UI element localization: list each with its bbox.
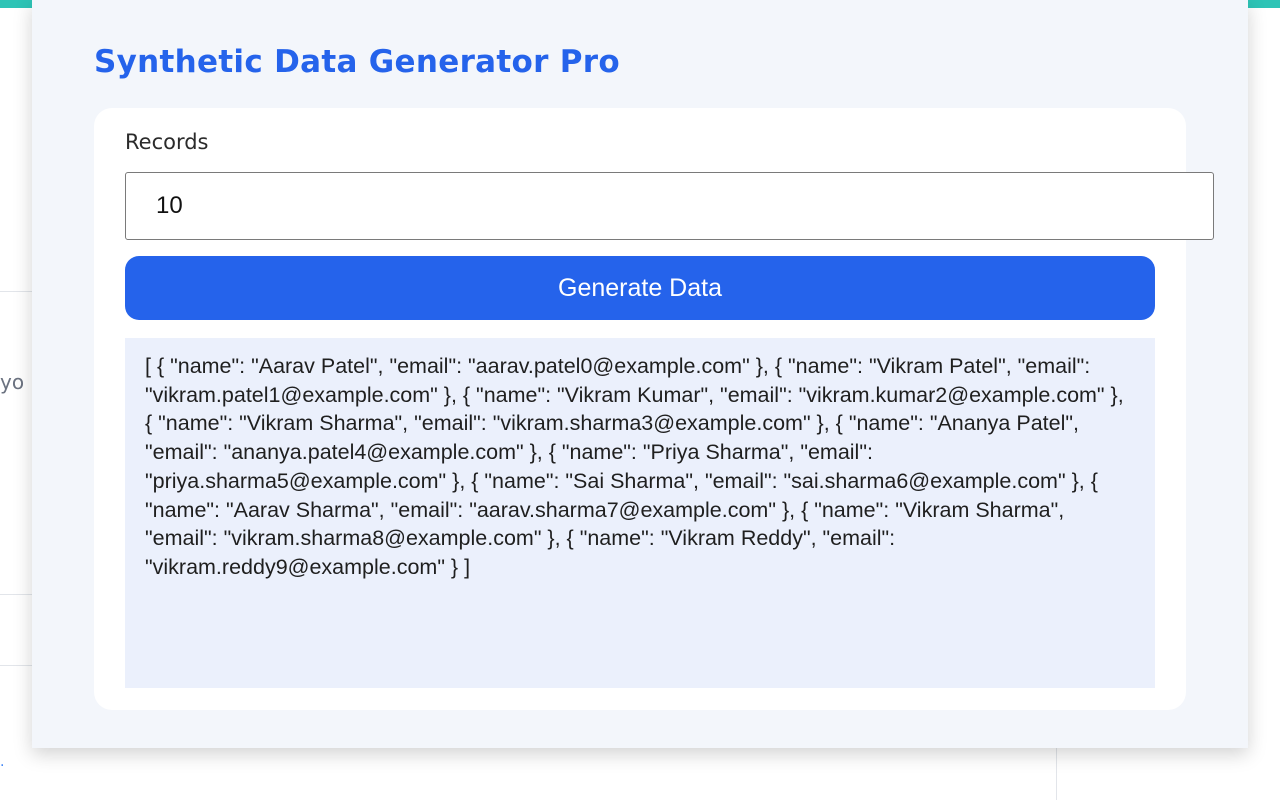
- generated-data-output: [ { "name": "Aarav Patel", "email": "aar…: [125, 338, 1155, 688]
- background-divider: [0, 665, 32, 666]
- background-link-fragment: ·: [0, 758, 5, 774]
- records-label: Records: [125, 130, 209, 154]
- app-title: Synthetic Data Generator Pro: [94, 44, 620, 80]
- background-divider: [0, 291, 32, 292]
- background-divider: [0, 594, 32, 595]
- background-divider: [1056, 748, 1057, 800]
- background-text-fragment: yo: [0, 370, 25, 394]
- generate-data-button[interactable]: Generate Data: [125, 256, 1155, 320]
- records-input[interactable]: [125, 172, 1214, 240]
- generator-popup: Synthetic Data Generator Pro Records Gen…: [32, 0, 1248, 748]
- generator-card: Records Generate Data [ { "name": "Aarav…: [94, 108, 1214, 710]
